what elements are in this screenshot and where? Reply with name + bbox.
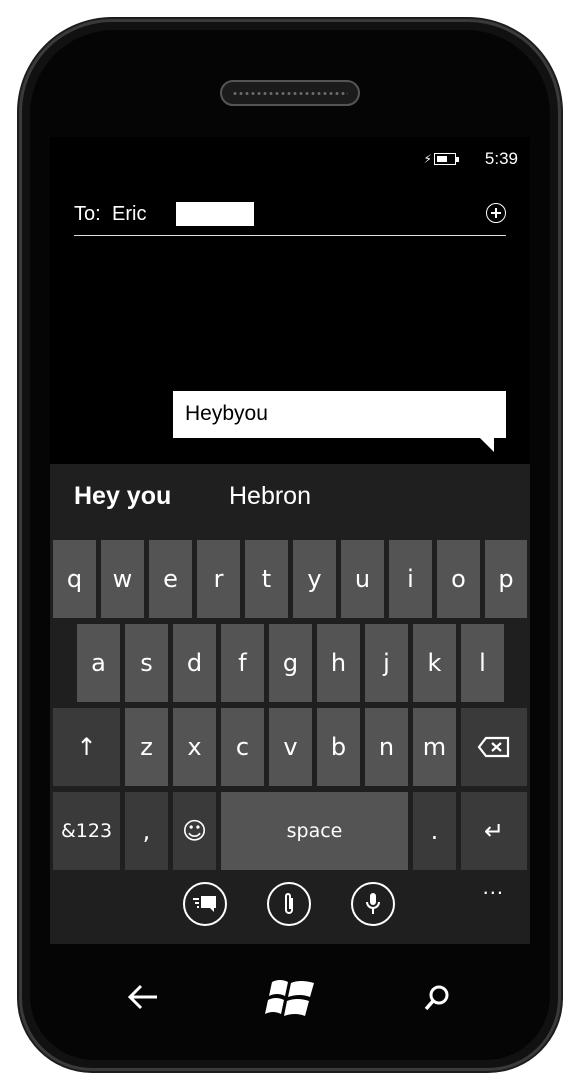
key-l[interactable]: l [461, 624, 504, 702]
space-key[interactable]: space [221, 792, 408, 870]
suggestion-item[interactable]: Hey you [74, 482, 171, 511]
key-c[interactable]: c [221, 708, 264, 786]
battery-charging-icon: ⚡ [423, 152, 459, 166]
message-input[interactable]: Heybyou [173, 391, 506, 452]
earpiece-speaker [220, 80, 360, 106]
key-p[interactable]: p [485, 540, 527, 618]
redacted-surname [176, 202, 254, 226]
back-icon[interactable] [127, 983, 159, 1016]
key-y[interactable]: y [293, 540, 336, 618]
attach-icon[interactable] [267, 882, 311, 926]
key-g[interactable]: g [269, 624, 312, 702]
windows-icon[interactable] [264, 976, 318, 1027]
key-e[interactable]: e [149, 540, 192, 618]
key-n[interactable]: n [365, 708, 408, 786]
key-j[interactable]: j [365, 624, 408, 702]
microphone-icon[interactable] [351, 882, 395, 926]
backspace-key[interactable] [461, 708, 527, 786]
suggestion-item[interactable]: Hebron [229, 482, 311, 511]
key-k[interactable]: k [413, 624, 456, 702]
period-key[interactable]: . [413, 792, 456, 870]
key-z[interactable]: z [125, 708, 168, 786]
key-x[interactable]: x [173, 708, 216, 786]
emoji-key[interactable]: ☺ [173, 792, 216, 870]
keyboard: Hey you Hebron q w e r t y u i o p a s d… [50, 464, 530, 944]
message-text: Heybyou [185, 402, 268, 425]
key-i[interactable]: i [389, 540, 432, 618]
key-o[interactable]: o [437, 540, 480, 618]
to-label: To: [74, 203, 101, 225]
key-d[interactable]: d [173, 624, 216, 702]
key-m[interactable]: m [413, 708, 456, 786]
app-bar [50, 882, 530, 936]
key-u[interactable]: u [341, 540, 384, 618]
status-time: 5:39 [484, 149, 518, 168]
key-h[interactable]: h [317, 624, 360, 702]
key-q[interactable]: q [53, 540, 96, 618]
status-bar: ⚡ 5:39 [423, 149, 518, 169]
send-icon[interactable] [183, 882, 227, 926]
comma-key[interactable]: , [125, 792, 168, 870]
enter-key[interactable]: ↵ [461, 792, 527, 870]
search-icon[interactable] [423, 984, 451, 1017]
screen: ⚡ 5:39 To: Eric Heybyou Hey you Hebron q… [50, 137, 530, 944]
key-f[interactable]: f [221, 624, 264, 702]
key-w[interactable]: w [101, 540, 144, 618]
shift-key[interactable]: ↑ [53, 708, 120, 786]
add-recipient-icon[interactable] [486, 203, 506, 223]
backspace-icon [477, 736, 510, 758]
recipient-field[interactable]: To: Eric [74, 201, 506, 236]
key-b[interactable]: b [317, 708, 360, 786]
symbols-key[interactable]: &123 [53, 792, 120, 870]
suggestion-bar: Hey you Hebron [50, 464, 530, 532]
key-v[interactable]: v [269, 708, 312, 786]
key-s[interactable]: s [125, 624, 168, 702]
key-a[interactable]: a [77, 624, 120, 702]
key-t[interactable]: t [245, 540, 288, 618]
key-r[interactable]: r [197, 540, 240, 618]
recipient-name[interactable]: Eric [112, 203, 146, 226]
